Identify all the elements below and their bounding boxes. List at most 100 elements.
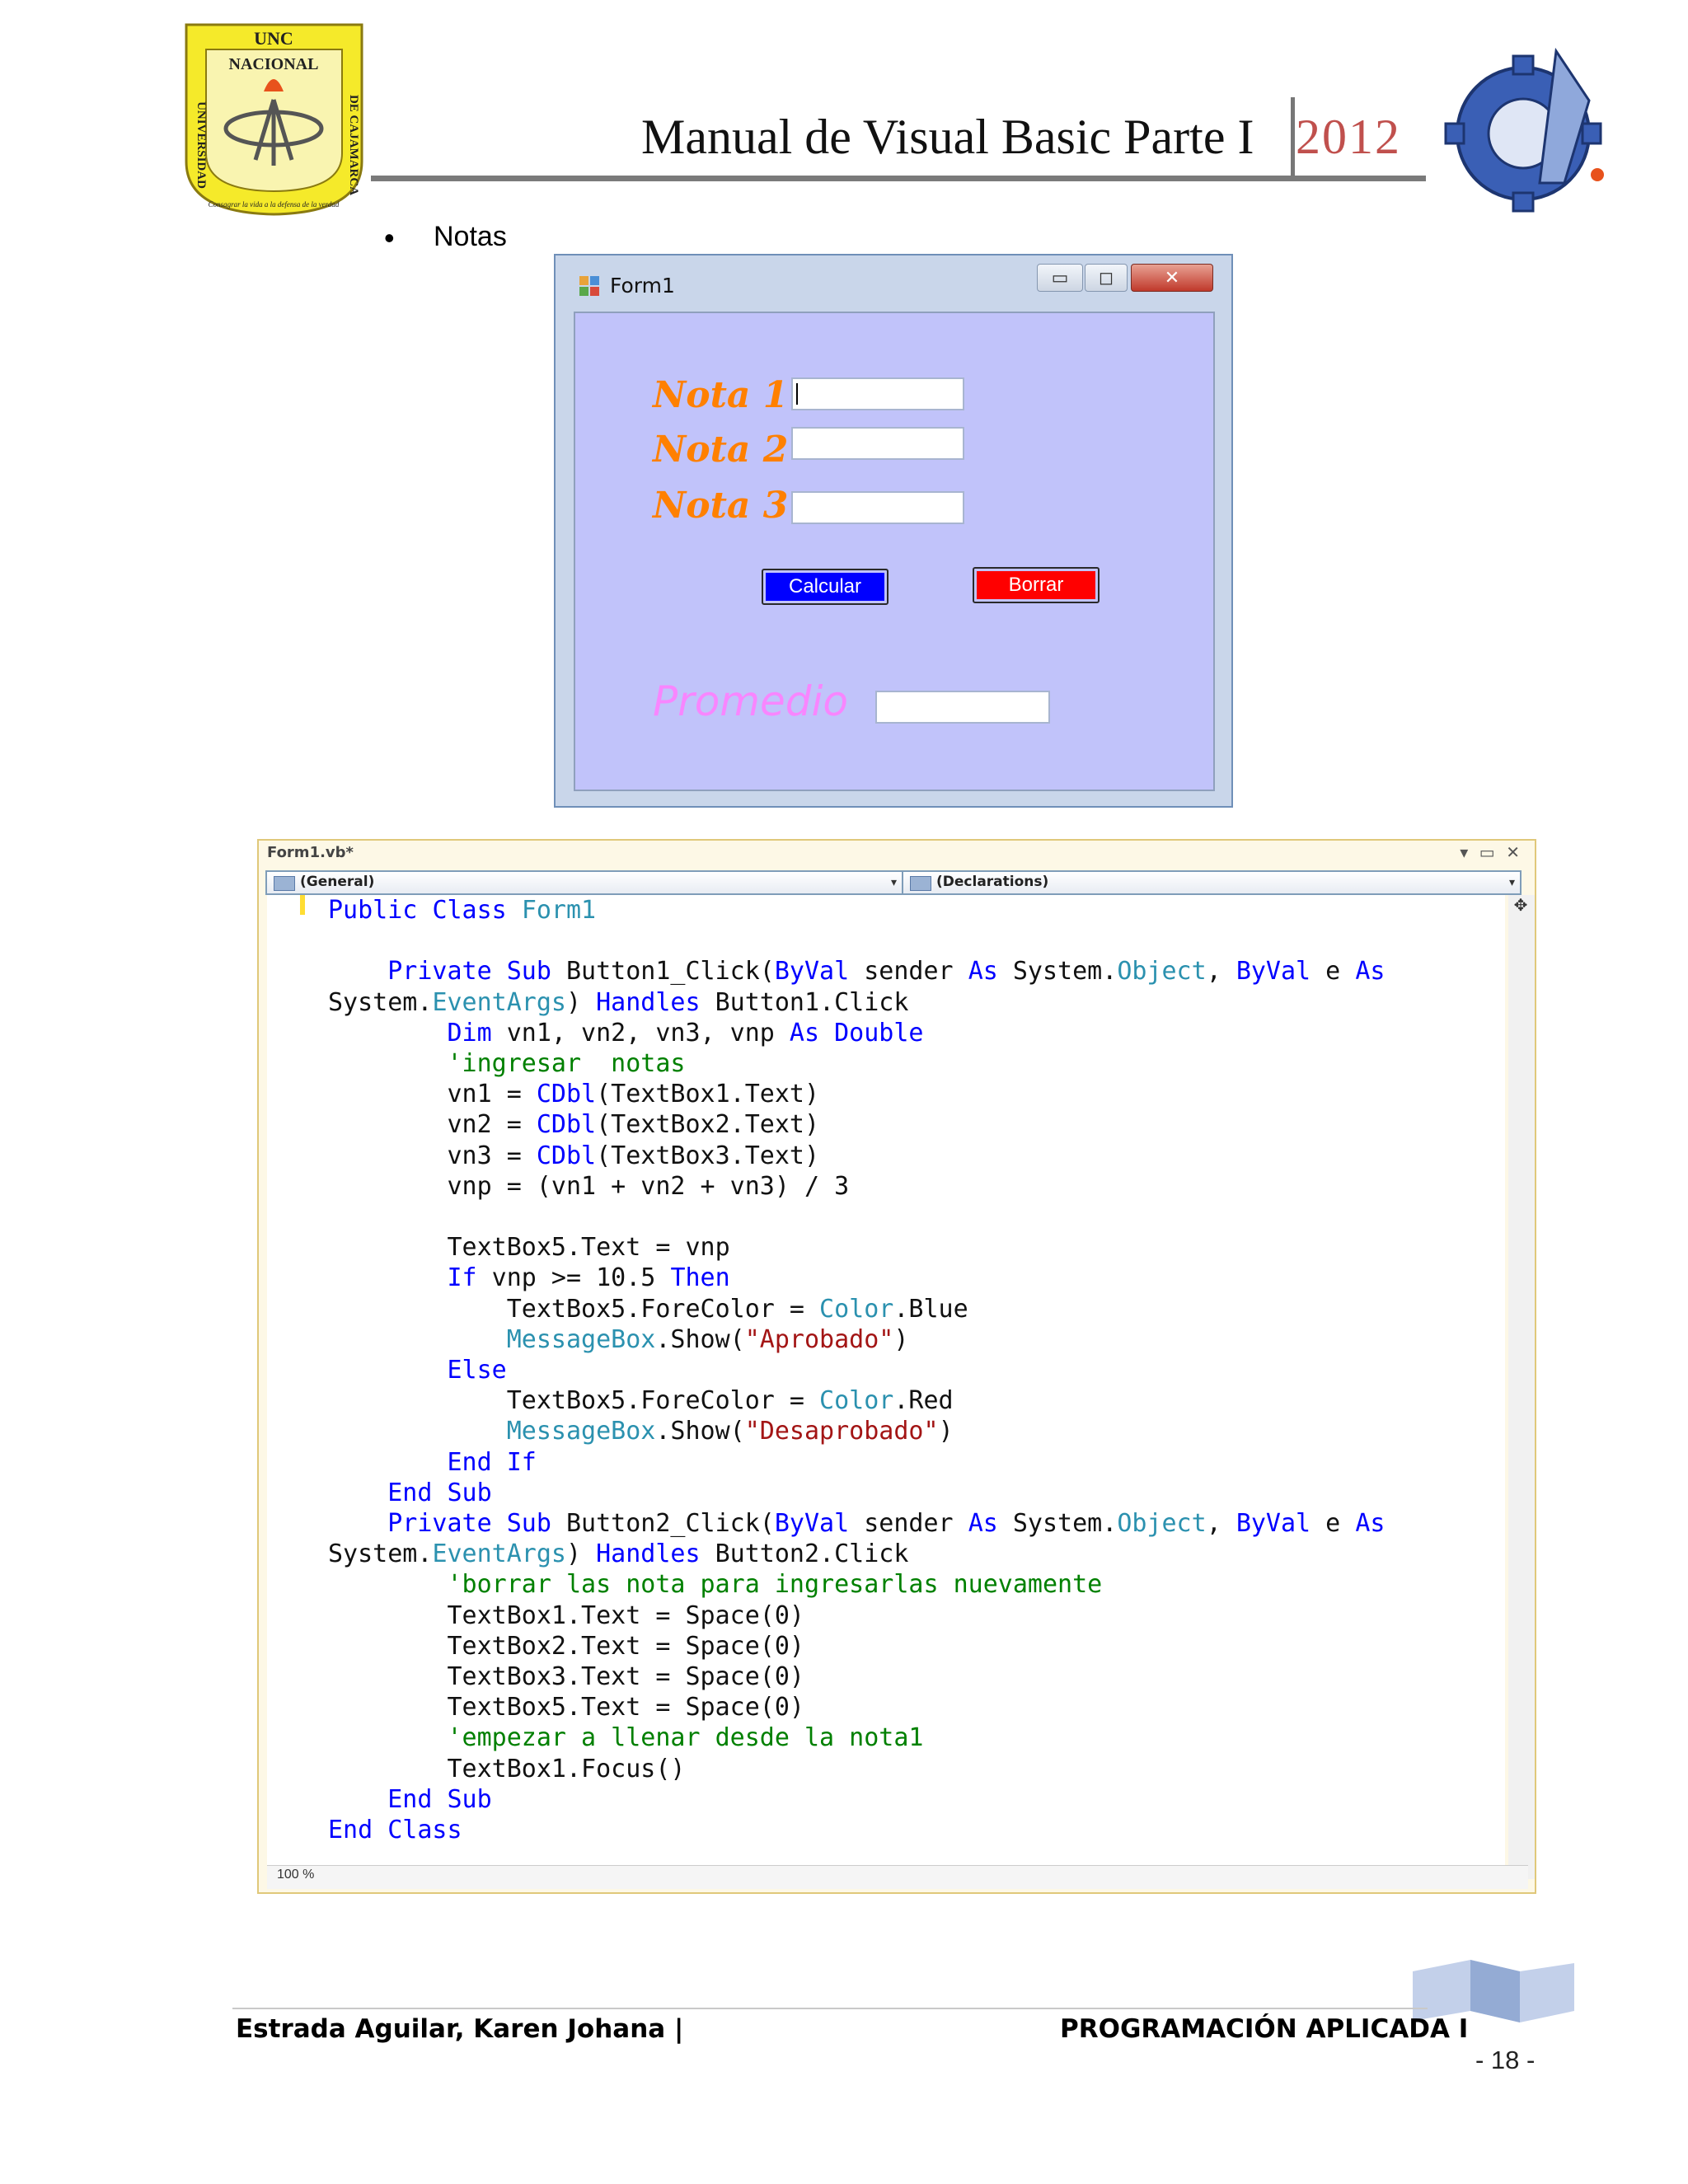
code-token: Private [387, 1509, 492, 1539]
gear-emblem-logo [1444, 47, 1604, 213]
university-logo-motto: Consagrar la vida a la defensa de la ver… [209, 200, 340, 209]
maximize-button[interactable]: ◻ [1085, 264, 1128, 292]
code-token: , [1206, 1509, 1236, 1539]
zoom-level[interactable]: 100 % [277, 1868, 314, 1882]
split-icon[interactable]: ✥ [1512, 897, 1530, 915]
borrar-button[interactable]: Borrar [973, 567, 1100, 603]
code-token: As [968, 1509, 998, 1539]
nota1-label: Nota 1 [653, 374, 789, 416]
code-token: Object [1117, 957, 1207, 987]
class-icon [274, 876, 295, 891]
code-token: ByVal [774, 1509, 850, 1539]
code-line[interactable]: If vnp >= 10.5 Then [328, 1263, 730, 1292]
general-dropdown-value: (General) [300, 874, 375, 890]
code-token: System. [328, 1540, 433, 1569]
university-shield-logo: UNC NACIONAL UNIVERSIDAD DE CAJAMARCA Co… [185, 23, 363, 216]
code-line[interactable]: TextBox2.Text = Space(0) [328, 1632, 804, 1661]
code-line[interactable]: Private Sub Button2_Click(ByVal sender A… [328, 1509, 1385, 1538]
code-token: Public [328, 896, 418, 925]
code-line[interactable]: TextBox5.ForeColor = Color.Blue [328, 1295, 968, 1324]
form-title: Form1 [610, 274, 675, 298]
code-token: vn3 = [328, 1141, 537, 1170]
code-token: If [447, 1263, 477, 1293]
code-line[interactable]: TextBox5.Text = vnp [328, 1233, 730, 1263]
code-line[interactable]: Else [328, 1356, 507, 1385]
code-text[interactable]: Public Class Form1 Private Sub Button1_C… [328, 895, 1385, 1845]
code-line[interactable]: End If [328, 1448, 537, 1477]
code-line[interactable]: MessageBox.Show("Aprobado") [328, 1324, 909, 1354]
nota3-input[interactable] [791, 491, 964, 524]
promedio-output[interactable] [875, 691, 1050, 724]
code-token: Color [819, 1386, 894, 1416]
code-token: sender [849, 1509, 968, 1539]
editor-status-bar: 100 % [267, 1865, 1528, 1889]
code-token: .Blue [893, 1294, 968, 1324]
code-token: sender [849, 957, 968, 987]
code-token: 'borrar las nota para ingresarlas nuevam… [447, 1570, 1103, 1600]
nota2-label: Nota 2 [653, 429, 789, 471]
code-line[interactable]: End Sub [328, 1785, 491, 1814]
code-line[interactable]: vn1 = CDbl(TextBox1.Text) [328, 1080, 819, 1108]
editor-tab[interactable]: Form1.vb* [267, 844, 354, 861]
close-button[interactable]: ✕ [1131, 264, 1213, 292]
code-line[interactable]: Private Sub Button1_Click(ByVal sender A… [328, 957, 1385, 986]
code-line[interactable]: System.EventArgs) Handles Button1.Click [328, 988, 908, 1017]
code-line[interactable]: 'empezar a llenar desde la nota1 [328, 1723, 924, 1752]
minimize-icon: ▭ [1051, 267, 1069, 288]
code-line[interactable]: Public Class Form1 [328, 896, 596, 925]
bullet-text: Notas [434, 221, 507, 252]
general-dropdown[interactable]: (General) ▾ [265, 870, 903, 895]
code-line[interactable]: TextBox1.Focus() [328, 1755, 685, 1783]
code-line[interactable]: End Sub [328, 1479, 491, 1507]
code-area[interactable]: Public Class Form1 Private Sub Button1_C… [267, 895, 1505, 1879]
code-line[interactable]: TextBox5.ForeColor = Color.Red [328, 1386, 954, 1415]
code-line[interactable]: vn2 = CDbl(TextBox2.Text) [328, 1110, 819, 1139]
code-line[interactable]: vnp = (vn1 + vn2 + vn3) / 3 [328, 1172, 849, 1201]
promedio-label: Promedio [653, 677, 848, 725]
code-token: TextBox3.Text = Space(0) [328, 1662, 804, 1692]
code-token: TextBox5.Text = Space(0) [328, 1693, 804, 1722]
code-token: Handles [596, 987, 701, 1017]
header-rule [371, 176, 1426, 181]
code-line[interactable]: vn3 = CDbl(TextBox3.Text) [328, 1141, 819, 1170]
code-line[interactable]: Dim vn1, vn2, vn3, vnp As Double [328, 1018, 924, 1047]
code-line[interactable]: TextBox5.Text = Space(0) [328, 1693, 804, 1722]
code-token: Private [387, 957, 492, 987]
code-line[interactable]: TextBox1.Text = Space(0) [328, 1601, 804, 1630]
code-token: ByVal [1236, 1509, 1311, 1539]
code-line[interactable]: 'ingresar notas [328, 1049, 686, 1078]
code-token: vnp >= 10.5 [476, 1263, 671, 1293]
code-token: As [1355, 957, 1386, 987]
university-logo-text-top: UNC [254, 28, 293, 49]
code-token: ) [566, 987, 597, 1017]
calcular-button[interactable]: Calcular [762, 569, 889, 605]
code-token: ByVal [774, 957, 850, 987]
close-icon: ✕ [1164, 267, 1180, 288]
code-line[interactable]: 'borrar las nota para ingresarlas nuevam… [328, 1570, 1103, 1600]
code-token: TextBox1.Focus() [328, 1754, 686, 1783]
code-token: (TextBox1.Text) [596, 1080, 820, 1109]
code-token: As [789, 1018, 820, 1047]
nota1-input[interactable] [791, 377, 964, 410]
nota2-input[interactable] [791, 427, 964, 460]
code-line[interactable]: MessageBox.Show("Desaprobado") [328, 1417, 954, 1446]
code-token: End If [447, 1447, 537, 1477]
code-line[interactable]: TextBox3.Text = Space(0) [328, 1662, 804, 1691]
code-line[interactable]: End Class [328, 1816, 462, 1844]
code-line[interactable]: System.EventArgs) Handles Button2.Click [328, 1540, 908, 1568]
code-token: ByVal [1236, 957, 1311, 987]
code-token: MessageBox [506, 1324, 656, 1354]
vertical-scrollbar[interactable]: ✥ [1508, 895, 1535, 1879]
text-caret [796, 383, 798, 405]
code-token: Object [1117, 1509, 1207, 1539]
declarations-dropdown[interactable]: (Declarations) ▾ [902, 870, 1522, 895]
code-token: TextBox5.Text = vnp [328, 1233, 730, 1263]
editor-tab-controls[interactable]: ▾ ▭ ✕ [1460, 842, 1523, 863]
minimize-button[interactable]: ▭ [1037, 264, 1083, 292]
